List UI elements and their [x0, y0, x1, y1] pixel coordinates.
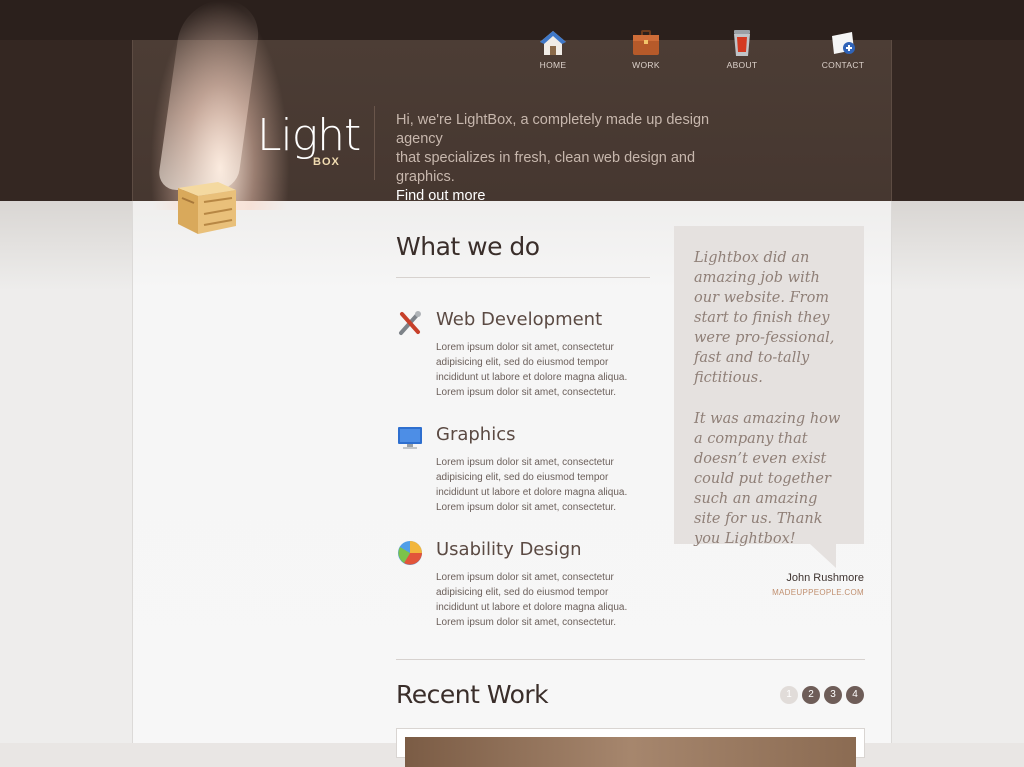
home-icon — [540, 31, 566, 55]
nav-label-home: HOME — [539, 60, 567, 70]
trash-can-icon — [734, 30, 750, 56]
crate-icon — [178, 182, 236, 234]
section-divider — [396, 659, 865, 660]
service-text: Lorem ipsum dolor sit amet, consectetur … — [436, 342, 628, 398]
testimonial-paragraph-2: It was amazing how a company that doesn’… — [694, 411, 841, 547]
header-side-right — [892, 40, 1024, 201]
logo-text: Light — [257, 110, 361, 161]
intro-line-2: that specializes in fresh, clean web des… — [396, 150, 696, 185]
monitor-icon — [398, 427, 422, 449]
pie-chart-icon — [398, 541, 422, 565]
pager-page-3[interactable]: 3 — [824, 686, 842, 704]
find-out-more-link[interactable]: Find out more — [396, 187, 756, 206]
service-title: Web Development — [436, 309, 603, 330]
testimonial-tail — [810, 544, 836, 568]
service-text: Lorem ipsum dolor sit amet, consectetur … — [436, 572, 628, 628]
pager-page-4[interactable]: 4 — [846, 686, 864, 704]
intro-text: Hi, we're LightBox, a completely made up… — [396, 111, 756, 206]
briefcase-icon — [633, 30, 659, 55]
recent-work-item[interactable] — [396, 728, 865, 767]
section-title-recent-work: Recent Work — [396, 680, 549, 709]
logo-subtext: BOX — [313, 156, 340, 168]
nav-item-contact[interactable]: CONTACT — [813, 28, 873, 70]
intro-line-1: Hi, we're LightBox, a completely made up… — [396, 112, 710, 147]
logo[interactable]: Light BOX — [257, 110, 361, 169]
service-title: Graphics — [436, 424, 516, 445]
nav-item-home[interactable]: HOME — [523, 28, 583, 70]
service-title: Usability Design — [436, 539, 582, 560]
contact-card-icon — [832, 32, 855, 54]
service-usability-design: Usability Design Lorem ipsum dolor sit a… — [396, 539, 646, 634]
testimonial-box: Lightbox did an amazing job with our web… — [674, 226, 864, 547]
testimonial-paragraph-1: Lightbox did an amazing job with our web… — [694, 250, 835, 386]
section-divider — [396, 277, 650, 278]
pager-page-1[interactable]: 1 — [780, 686, 798, 704]
service-web-development: Web Development Lorem ipsum dolor sit am… — [396, 309, 646, 404]
pager-page-2[interactable]: 2 — [802, 686, 820, 704]
nav-item-work[interactable]: WORK — [616, 28, 676, 70]
nav-label-work: WORK — [632, 60, 660, 70]
header-divider — [374, 106, 375, 180]
service-text: Lorem ipsum dolor sit amet, consectetur … — [436, 457, 628, 513]
nav-item-about[interactable]: ABOUT — [712, 28, 772, 70]
service-graphics: Graphics Lorem ipsum dolor sit amet, con… — [396, 424, 646, 519]
testimonial-author: John Rushmore — [786, 572, 864, 584]
nav-label-about: ABOUT — [726, 60, 758, 70]
section-title-what-we-do: What we do — [396, 232, 540, 261]
tools-icon — [399, 311, 421, 335]
nav-label-contact: CONTACT — [821, 60, 865, 70]
recent-work-thumbnail — [405, 737, 856, 767]
testimonial-site-link[interactable]: MADEUPPEOPLE.COM — [700, 588, 864, 597]
header-side-left — [0, 40, 132, 201]
